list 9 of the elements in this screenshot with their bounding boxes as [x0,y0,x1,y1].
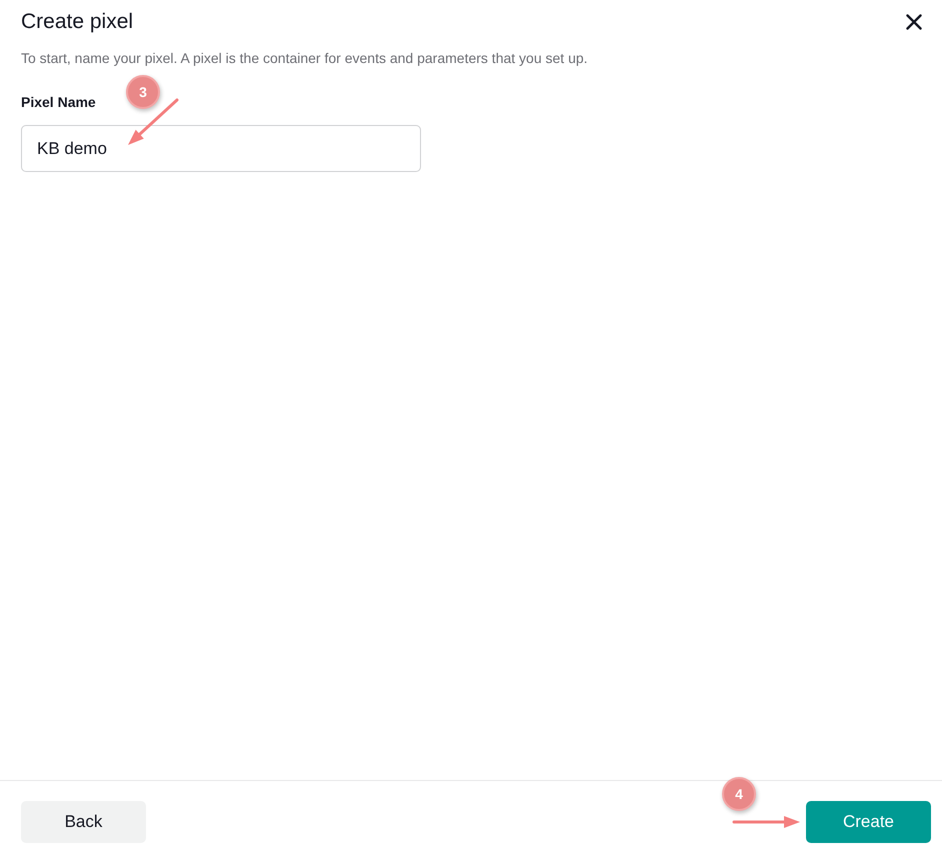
step-marker: 3 [126,75,160,109]
dialog-title: Create pixel [21,9,134,35]
annotation-arrow [732,814,802,830]
field-label: Pixel Name [21,93,96,112]
pixel-name-field[interactable]: KB demo [21,125,421,172]
dialog-description: To start, name your pixel. A pixel is the container for events and parameters that you set up. [21,49,589,68]
step-marker: 4 [722,777,756,811]
back-button[interactable]: Back [21,801,146,843]
close-icon [906,14,922,30]
